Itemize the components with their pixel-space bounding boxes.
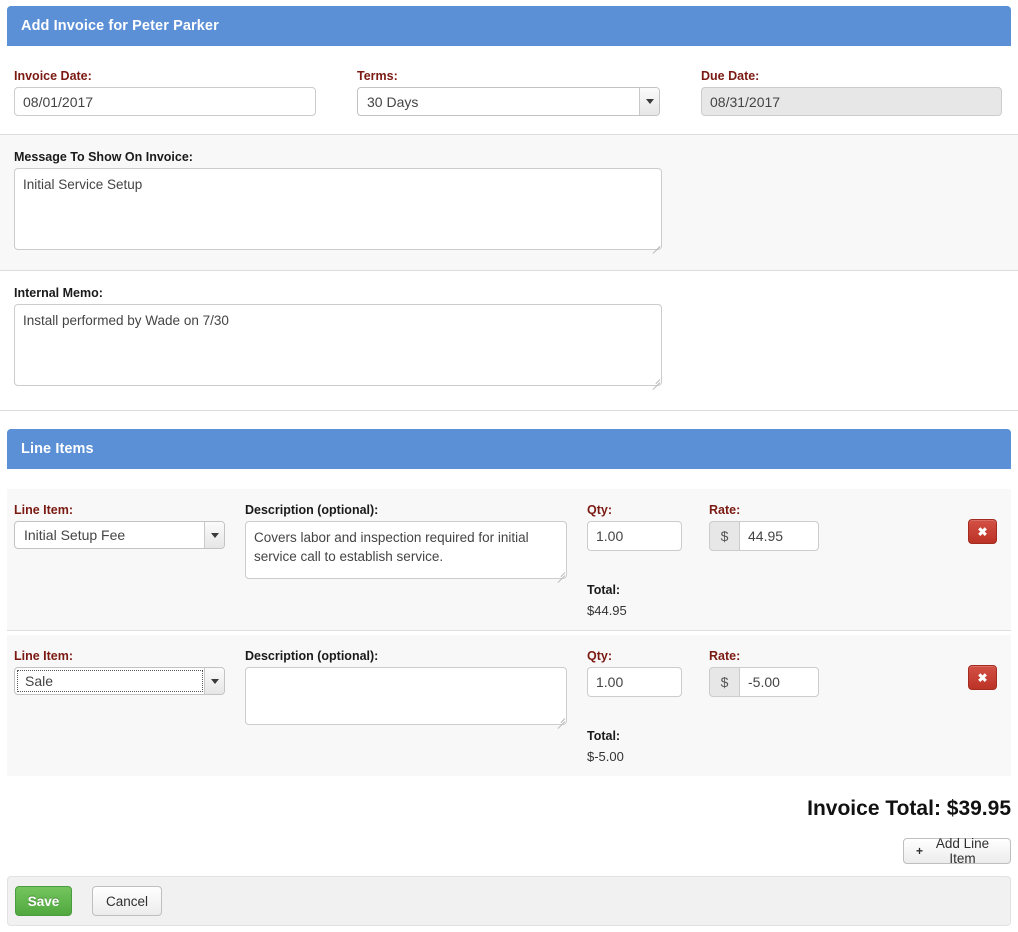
row-total-value: $44.95 <box>587 603 627 618</box>
delete-line-item-button[interactable]: ✖ <box>968 519 997 544</box>
memo-label: Internal Memo: <box>14 286 103 300</box>
description-textarea-wrap <box>245 667 567 729</box>
row-total-label: Total: <box>587 729 621 743</box>
description-textarea[interactable]: Covers labor and inspection required for… <box>245 521 567 579</box>
chevron-down-icon <box>204 522 224 548</box>
message-textarea-wrap: Initial Service Setup <box>14 168 662 254</box>
cancel-button[interactable]: Cancel <box>92 886 162 916</box>
terms-label: Terms: <box>357 69 398 83</box>
add-line-item-label: Add Line Item <box>935 836 990 866</box>
line-item-select-value: Initial Setup Fee <box>24 527 126 543</box>
terms-select[interactable]: 30 Days <box>357 87 660 116</box>
invoice-total: Invoice Total: $39.95 <box>807 797 1011 820</box>
description-textarea-wrap: Covers labor and inspection required for… <box>245 521 567 583</box>
description-textarea[interactable] <box>245 667 567 725</box>
line-item-label: Line Item: <box>14 649 74 663</box>
line-item-select[interactable]: Initial Setup Fee <box>14 521 225 549</box>
row-total-value: $-5.00 <box>587 749 624 764</box>
qty-input[interactable] <box>587 521 682 551</box>
invoice-date-input[interactable] <box>14 87 316 116</box>
line-item-label: Line Item: <box>14 503 74 517</box>
plus-icon: + <box>916 844 924 858</box>
terms-select-value: 30 Days <box>367 93 419 110</box>
rate-input[interactable] <box>739 521 819 551</box>
rate-input-group: $ <box>709 521 819 551</box>
save-button[interactable]: Save <box>15 886 72 916</box>
invoice-date-label: Invoice Date: <box>14 69 92 83</box>
currency-symbol-icon: $ <box>709 521 739 551</box>
memo-textarea-wrap: Install performed by Wade on 7/30 <box>14 304 662 390</box>
due-date-label: Due Date: <box>701 69 760 83</box>
line-items-header-bar: Line Items <box>7 429 1011 469</box>
add-invoice-page: Add Invoice for Peter Parker Invoice Dat… <box>0 0 1018 932</box>
currency-symbol-icon: $ <box>709 667 739 697</box>
rate-label: Rate: <box>709 503 741 517</box>
description-label: Description (optional): <box>245 503 379 517</box>
description-label: Description (optional): <box>245 649 379 663</box>
chevron-down-icon <box>639 88 659 115</box>
message-textarea[interactable]: Initial Service Setup <box>14 168 662 250</box>
chevron-down-icon <box>204 668 224 694</box>
message-label: Message To Show On Invoice: <box>14 150 193 164</box>
line-items-title: Line Items <box>21 441 94 457</box>
rate-input[interactable] <box>739 667 819 697</box>
memo-textarea[interactable]: Install performed by Wade on 7/30 <box>14 304 662 386</box>
message-block-top-divider <box>0 134 1018 135</box>
qty-label: Qty: <box>587 649 612 663</box>
delete-line-item-button[interactable]: ✖ <box>968 665 997 690</box>
qty-label: Qty: <box>587 503 612 517</box>
row-total-label: Total: <box>587 583 621 597</box>
add-line-item-button[interactable]: + Add Line Item <box>903 836 1011 866</box>
qty-input[interactable] <box>587 667 682 697</box>
section-divider <box>0 410 1018 411</box>
due-date-input <box>701 87 1002 116</box>
page-title: Add Invoice for Peter Parker <box>21 18 219 34</box>
page-header-bar: Add Invoice for Peter Parker <box>7 6 1011 46</box>
line-item-select[interactable]: Sale <box>14 667 225 695</box>
rate-label: Rate: <box>709 649 741 663</box>
line-item-select-value: Sale <box>16 669 204 693</box>
rate-input-group: $ <box>709 667 819 697</box>
line-item-row-separator <box>7 630 1011 631</box>
message-block-bottom-divider <box>0 270 1018 271</box>
